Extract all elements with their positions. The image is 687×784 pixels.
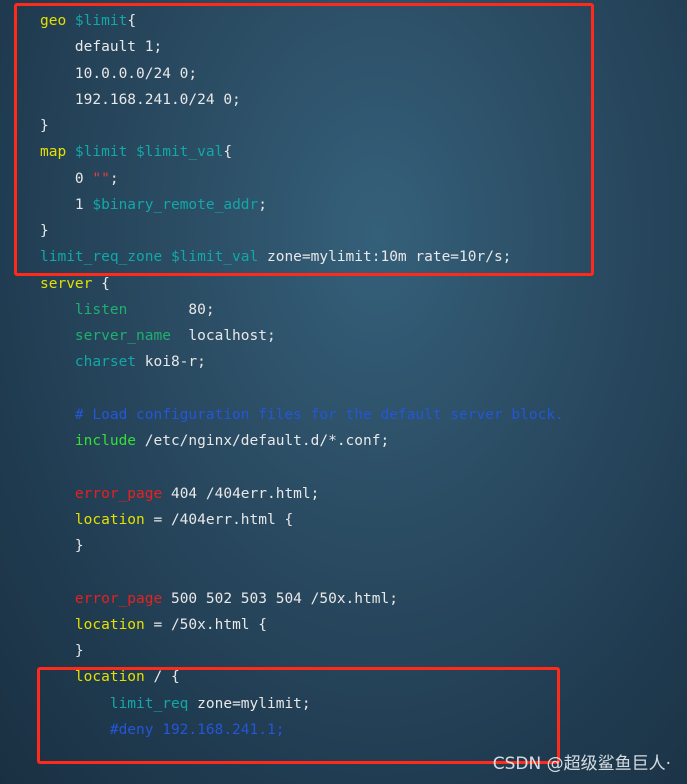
- code-token: 80;: [127, 301, 215, 318]
- code-token: = /50x.html {: [144, 616, 267, 633]
- code-token: include: [74, 433, 137, 449]
- code-token: 500 502 503 504 /50x.html;: [162, 590, 398, 607]
- code-token: error_page: [74, 590, 163, 607]
- code-line: }: [40, 533, 564, 559]
- watermark: CSDN @超级鲨鱼巨人·: [492, 754, 671, 774]
- code-token: location: [74, 616, 145, 633]
- highlight-box-location: [37, 667, 560, 764]
- code-line: charset koi8-r;: [40, 349, 564, 375]
- code-token: = /404err.html {: [144, 511, 294, 528]
- code-line: location = /404err.html {: [40, 507, 564, 533]
- code-token: server_name: [74, 328, 171, 344]
- code-line: listen 80;: [40, 297, 564, 323]
- code-line: include /etc/nginx/default.d/*.conf;: [40, 428, 564, 454]
- code-token: 404 /404err.html;: [162, 485, 320, 502]
- code-token: listen: [74, 301, 128, 318]
- highlight-box-geo-map: [14, 3, 594, 276]
- code-line: # Load configuration files for the defau…: [40, 402, 564, 428]
- code-line: server_name localhost;: [40, 323, 564, 349]
- code-token: {: [92, 275, 110, 292]
- code-token: }: [40, 538, 84, 554]
- code-line: location = /50x.html {: [40, 612, 564, 638]
- code-token: charset: [74, 354, 137, 371]
- code-token: # Load configuration files for the defau…: [74, 406, 564, 423]
- code-line: error_page 500 502 503 504 /50x.html;: [40, 586, 564, 612]
- code-token: location: [74, 511, 145, 528]
- code-line: }: [40, 638, 564, 664]
- code-token: server: [40, 275, 93, 292]
- code-line: error_page 404 /404err.html;: [40, 481, 564, 507]
- code-token: error_page: [74, 485, 163, 502]
- code-token: localhost;: [170, 328, 276, 344]
- code-token: koi8-r;: [136, 354, 206, 371]
- code-token: /etc/nginx/default.d/*.conf;: [136, 433, 390, 449]
- code-token: }: [40, 643, 84, 659]
